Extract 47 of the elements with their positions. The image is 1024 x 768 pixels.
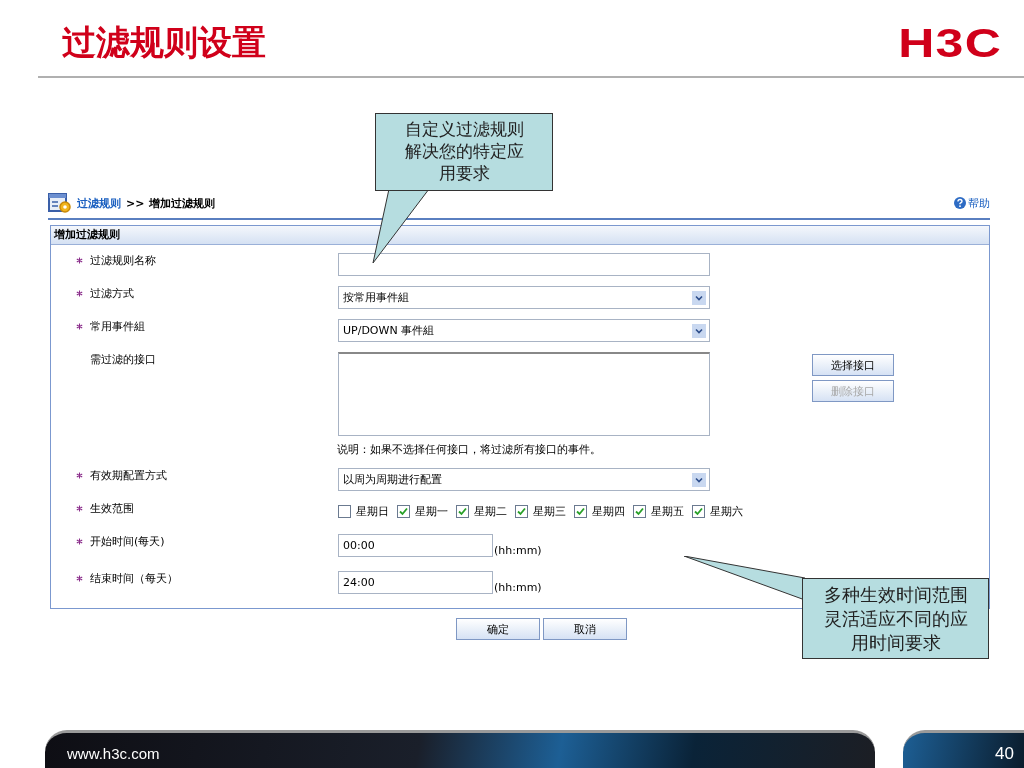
checkbox[interactable] xyxy=(692,505,705,518)
checkbox-label: 星期三 xyxy=(533,504,566,519)
breadcrumb-link[interactable]: 过滤规则 xyxy=(77,195,121,211)
checkbox[interactable] xyxy=(338,505,351,518)
breadcrumb-separator: >> xyxy=(126,196,145,210)
checkbox[interactable] xyxy=(456,505,469,518)
checkbox-label: 星期二 xyxy=(474,504,507,519)
breadcrumb-current: 增加过滤规则 xyxy=(149,195,216,211)
checkbox[interactable] xyxy=(397,505,410,518)
checkbox[interactable] xyxy=(633,505,646,518)
interface-list[interactable] xyxy=(338,352,710,436)
interface-button[interactable]: 选择接口 xyxy=(812,354,894,376)
checkbox-label: 星期四 xyxy=(592,504,625,519)
help-link[interactable]: 帮助 xyxy=(968,195,990,211)
field-label: 过滤方式 xyxy=(90,286,135,302)
checkbox[interactable] xyxy=(574,505,587,518)
checkbox-label: 星期五 xyxy=(651,504,684,519)
format-hint: (hh:mm) xyxy=(494,581,542,594)
checkbox[interactable] xyxy=(515,505,528,518)
checkbox-label: 星期六 xyxy=(710,504,743,519)
slide-title: 过滤规则设置 xyxy=(62,21,266,64)
time-field[interactable]: 00:00 xyxy=(338,534,493,557)
company-logo: H3C xyxy=(898,20,1002,66)
callout: 多种生效时间范围灵活适应不同的应用时间要求 xyxy=(802,578,989,659)
panel-header: 增加过滤规则 xyxy=(51,226,989,245)
dropdown[interactable]: UP/DOWN 事件組 xyxy=(338,319,710,342)
field-label: 常用事件組 xyxy=(90,319,146,335)
page-number: 40 xyxy=(995,743,1014,764)
field-label: 生效范围 xyxy=(90,501,135,517)
field-label: 需过滤的接口 xyxy=(90,352,157,368)
action-button[interactable]: 取消 xyxy=(542,618,627,640)
help-icon[interactable] xyxy=(954,197,966,209)
dropdown[interactable]: 按常用事件組 xyxy=(338,286,710,309)
checkbox-label: 星期一 xyxy=(415,504,448,519)
field-label: 结束时间（每天） xyxy=(90,571,179,587)
note-text: 说明：如果不选择任何接口，将过滤所有接口的事件。 xyxy=(337,442,601,458)
action-button[interactable]: 确定 xyxy=(455,618,540,640)
format-hint: (hh:mm) xyxy=(494,544,542,557)
field-label: 有效期配置方式 xyxy=(90,468,168,484)
input-field[interactable] xyxy=(338,253,710,276)
field-label: 开始时间(每天) xyxy=(90,534,166,550)
time-field[interactable]: 24:00 xyxy=(338,571,493,594)
checkbox-label: 星期日 xyxy=(356,504,389,519)
website-url: www.h3c.com xyxy=(67,745,160,762)
dropdown[interactable]: 以周为周期进行配置 xyxy=(338,468,710,491)
field-label: 过滤规则名称 xyxy=(90,253,157,269)
settings-window-icon xyxy=(48,193,72,213)
